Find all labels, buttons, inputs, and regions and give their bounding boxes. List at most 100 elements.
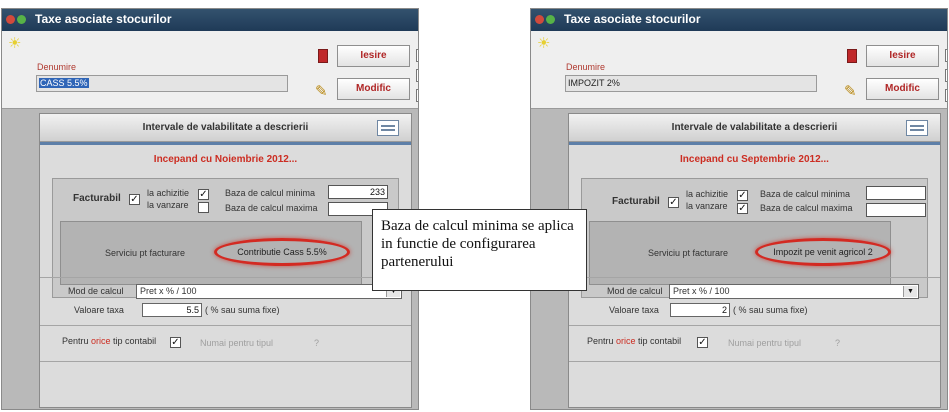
separator — [40, 361, 411, 362]
valoare-taxa-field[interactable]: 2 — [670, 303, 730, 317]
serviciu-box: Serviciu pt facturare Impozit pe venit a… — [589, 221, 891, 285]
mod-calcul-label: Mod de calcul — [607, 286, 663, 296]
mod-calcul-value: Pret x % / 100 — [140, 286, 197, 296]
separator — [569, 277, 940, 278]
facturabil-checkbox[interactable]: ✓ — [668, 197, 679, 208]
close-dot-icon[interactable] — [6, 15, 15, 24]
serviciu-field[interactable]: Contributie Cass 5.5% — [214, 238, 350, 266]
separator — [569, 361, 940, 362]
notepad-edit-icon[interactable] — [906, 120, 928, 136]
validity-panel: Intervale de valabilitate a descrierii I… — [39, 113, 412, 408]
tab-strip — [40, 142, 411, 145]
panel-header: Intervale de valabilitate a descrierii — [569, 114, 940, 142]
la-vanzare-checkbox[interactable]: ✓ — [737, 203, 748, 214]
minimize-dot-icon[interactable] — [546, 15, 555, 24]
panel-header: Intervale de valabilitate a descrierii — [40, 114, 411, 142]
baza-maxima-field[interactable] — [866, 203, 926, 217]
help-icon[interactable]: ? — [314, 338, 319, 348]
billing-group: Facturabil ✓ la achizitie la vanzare ✓ B… — [52, 178, 399, 298]
iesire-button[interactable]: Iesire — [337, 45, 410, 67]
minimize-dot-icon[interactable] — [17, 15, 26, 24]
pentru-label: Pentru orice tip contabil — [587, 336, 682, 346]
arrow-down-icon[interactable]: ▼ — [945, 89, 947, 102]
baza-minima-field[interactable] — [866, 186, 926, 200]
mod-calcul-select[interactable]: Pret x % / 100 ▼ — [136, 284, 402, 299]
serviciu-label: Serviciu pt facturare — [648, 248, 729, 258]
arrow-up-icon[interactable]: ▲ — [945, 49, 947, 62]
iesire-button[interactable]: Iesire — [866, 45, 939, 67]
la-achizitie-checkbox[interactable]: ✓ — [198, 189, 209, 200]
facturabil-label: Facturabil — [73, 193, 121, 204]
window-titlebar: Taxe asociate stocurilor — [531, 9, 947, 31]
numai-pentru-label: Numai pentru tipul — [728, 338, 802, 348]
lightbulb-icon: ☀ — [537, 35, 551, 52]
denumire-label: Denumire — [37, 62, 77, 72]
valoare-hint: ( % sau suma fixe) — [733, 305, 808, 315]
modific-button[interactable]: Modific — [337, 78, 410, 100]
denumire-value: IMPOZIT 2% — [568, 78, 620, 88]
lightbulb-icon: ☀ — [8, 35, 22, 52]
baza-minima-label: Baza de calcul minima — [760, 189, 851, 199]
validity-panel: Intervale de valabilitate a descrierii I… — [568, 113, 941, 408]
mod-calcul-value: Pret x % / 100 — [673, 286, 730, 296]
serviciu-field[interactable]: Impozit pe venit agricol 2 — [755, 238, 891, 266]
valoare-hint: ( % sau suma fixe) — [205, 305, 280, 315]
move-icon[interactable]: ✚ — [945, 69, 947, 82]
exit-door-icon — [847, 49, 857, 63]
right-window: Taxe asociate stocurilor ☀ Denumire IMPO… — [530, 8, 948, 410]
baza-minima-label: Baza de calcul minima — [225, 188, 316, 198]
baza-minima-field[interactable]: 233 — [328, 185, 388, 199]
period-label[interactable]: Incepand cu Septembrie 2012... — [569, 154, 940, 165]
window-title: Taxe asociate stocurilor — [564, 12, 701, 26]
chevron-down-icon[interactable]: ▼ — [903, 286, 917, 297]
numai-pentru-label: Numai pentru tipul — [200, 338, 274, 348]
header-area: ☀ Denumire IMPOZIT 2% ✎ Iesire Modific ▲… — [531, 31, 947, 109]
la-vanzare-checkbox[interactable] — [198, 202, 209, 213]
arrow-up-icon[interactable]: ▲ — [416, 49, 418, 62]
tab-strip — [569, 142, 940, 145]
denumire-value: CASS 5.5% — [39, 78, 89, 88]
valoare-taxa-field[interactable]: 5.5 — [142, 303, 202, 317]
left-window: Taxe asociate stocurilor ☀ Denumire CASS… — [1, 8, 419, 410]
panel-title: Intervale de valabilitate a descrierii — [142, 122, 309, 133]
close-dot-icon[interactable] — [535, 15, 544, 24]
denumire-field[interactable]: IMPOZIT 2% — [565, 75, 817, 92]
exit-door-icon — [318, 49, 328, 63]
serviciu-box: Serviciu pt facturare Contributie Cass 5… — [60, 221, 362, 285]
arrow-down-icon[interactable]: ▼ — [416, 89, 418, 102]
header-area: ☀ Denumire CASS 5.5% ✎ Iesire Modific ▲ … — [2, 31, 418, 109]
mod-calcul-select[interactable]: Pret x % / 100 ▼ — [669, 284, 919, 299]
la-vanzare-label: la vanzare — [686, 201, 728, 211]
notepad-edit-icon[interactable] — [377, 120, 399, 136]
annotation-callout: Baza de calcul minima se aplica in funct… — [372, 209, 587, 291]
la-achizitie-checkbox[interactable]: ✓ — [737, 190, 748, 201]
pentru-orice-checkbox[interactable]: ✓ — [697, 337, 708, 348]
panel-title: Intervale de valabilitate a descrierii — [671, 122, 838, 133]
billing-group: Facturabil ✓ la achizitie la vanzare ✓ ✓… — [581, 178, 928, 298]
mod-calcul-label: Mod de calcul — [68, 286, 124, 296]
pencil-edit-icon: ✎ — [315, 83, 328, 100]
denumire-label: Denumire — [566, 62, 606, 72]
denumire-field[interactable]: CASS 5.5% — [36, 75, 288, 92]
pencil-edit-icon: ✎ — [844, 83, 857, 100]
window-title: Taxe asociate stocurilor — [35, 12, 172, 26]
facturabil-label: Facturabil — [612, 196, 660, 207]
la-achizitie-label: la achizitie — [686, 189, 729, 199]
pentru-orice-checkbox[interactable]: ✓ — [170, 337, 181, 348]
modific-button[interactable]: Modific — [866, 78, 939, 100]
la-vanzare-label: la vanzare — [147, 200, 189, 210]
separator — [40, 325, 411, 326]
help-icon[interactable]: ? — [835, 338, 840, 348]
window-titlebar: Taxe asociate stocurilor — [2, 9, 418, 31]
baza-maxima-label: Baza de calcul maxima — [760, 203, 853, 213]
la-achizitie-label: la achizitie — [147, 188, 190, 198]
facturabil-checkbox[interactable]: ✓ — [129, 194, 140, 205]
pentru-label: Pentru orice tip contabil — [62, 336, 157, 346]
valoare-taxa-label: Valoare taxa — [74, 305, 124, 315]
separator — [569, 325, 940, 326]
period-label[interactable]: Incepand cu Noiembrie 2012... — [40, 154, 411, 165]
move-icon[interactable]: ✚ — [416, 69, 418, 82]
baza-maxima-label: Baza de calcul maxima — [225, 203, 318, 213]
serviciu-label: Serviciu pt facturare — [105, 248, 186, 258]
valoare-taxa-label: Valoare taxa — [609, 305, 659, 315]
